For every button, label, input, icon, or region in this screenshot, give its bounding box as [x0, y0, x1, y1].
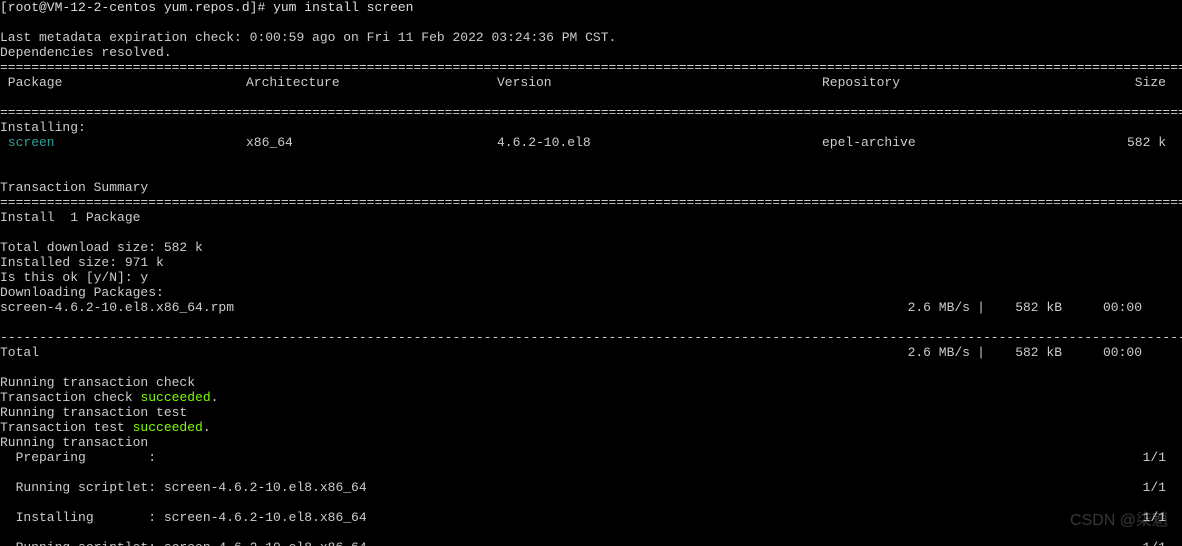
total-speed: 2.6 MB/s: [880, 345, 970, 360]
action-text: Installing : screen-4.6.2-10.el8.x86_64: [0, 510, 1106, 525]
action-text: Running scriptlet: screen-4.6.2-10.el8.x…: [0, 540, 1106, 546]
divider-line: ========================================…: [0, 195, 1182, 210]
running-test-line: Running transaction test: [0, 405, 187, 420]
total-time: 00:00: [1062, 345, 1182, 360]
action-progress: 1/1: [1106, 510, 1182, 525]
col-header-package: Package: [0, 75, 246, 90]
rpm-speed: 2.6 MB/s: [880, 300, 970, 315]
rpm-size: 582 kB: [992, 300, 1062, 315]
action-progress: 1/1: [1106, 540, 1182, 546]
total-sep: |: [970, 345, 992, 360]
divider-line: ========================================…: [0, 60, 1182, 75]
action-row: Installing : screen-4.6.2-10.el8.x86_641…: [0, 510, 1182, 525]
rpm-time: 00:00: [1062, 300, 1182, 315]
action-text: Running scriptlet: screen-4.6.2-10.el8.x…: [0, 480, 1106, 495]
running-check-line: Running transaction check: [0, 375, 195, 390]
test-result-line: Transaction test succeeded.: [0, 420, 211, 435]
divider-line: ========================================…: [0, 105, 1182, 120]
cell-package: screen: [0, 135, 246, 150]
transaction-summary-heading: Transaction Summary: [0, 180, 148, 195]
install-count-line: Install 1 Package: [0, 210, 140, 225]
action-progress: 1/1: [1106, 480, 1182, 495]
action-text: Preparing :: [0, 450, 1106, 465]
succeeded-word: succeeded: [133, 420, 203, 435]
download-size-line: Total download size: 582 k: [0, 240, 203, 255]
cell-size: 582 k: [1106, 135, 1182, 150]
col-header-repo: Repository: [822, 75, 1106, 90]
deps-resolved-line: Dependencies resolved.: [0, 45, 172, 60]
running-transaction-line: Running transaction: [0, 435, 148, 450]
total-size: 582 kB: [992, 345, 1062, 360]
confirm-prompt-line: Is this ok [y/N]: y: [0, 270, 148, 285]
total-label: Total: [0, 345, 880, 360]
installed-size-line: Installed size: 971 k: [0, 255, 164, 270]
succeeded-word: succeeded: [140, 390, 210, 405]
shell-prompt: [root@VM-12-2-centos yum.repos.d]#: [0, 0, 265, 15]
col-header-version: Version: [497, 75, 822, 90]
action-row: Running scriptlet: screen-4.6.2-10.el8.x…: [0, 540, 1182, 546]
action-progress: 1/1: [1106, 450, 1182, 465]
metadata-check-line: Last metadata expiration check: 0:00:59 …: [0, 30, 616, 45]
downloading-line: Downloading Packages:: [0, 285, 164, 300]
rpm-name: screen-4.6.2-10.el8.x86_64.rpm: [0, 300, 880, 315]
table-header-row: PackageArchitectureVersionRepositorySize: [0, 75, 1182, 90]
action-row: Preparing :1/1: [0, 450, 1182, 465]
rpm-download-row: screen-4.6.2-10.el8.x86_64.rpm2.6 MB/s|5…: [0, 300, 1182, 315]
terminal-output[interactable]: [root@VM-12-2-centos yum.repos.d]# yum i…: [0, 0, 1182, 546]
col-header-size: Size: [1106, 75, 1182, 90]
cell-version: 4.6.2-10.el8: [497, 135, 822, 150]
total-row: Total2.6 MB/s|582 kB00:00: [0, 345, 1182, 360]
check-result-line: Transaction check succeeded.: [0, 390, 218, 405]
command-text: yum install screen: [273, 0, 413, 15]
section-installing: Installing:: [0, 120, 86, 135]
cell-arch: x86_64: [246, 135, 497, 150]
rpm-sep: |: [970, 300, 992, 315]
dash-divider: ----------------------------------------…: [0, 330, 1182, 345]
col-header-arch: Architecture: [246, 75, 497, 90]
table-row: screenx86_644.6.2-10.el8epel-archive582 …: [0, 135, 1182, 150]
cell-repo: epel-archive: [822, 135, 1106, 150]
action-row: Running scriptlet: screen-4.6.2-10.el8.x…: [0, 480, 1182, 495]
